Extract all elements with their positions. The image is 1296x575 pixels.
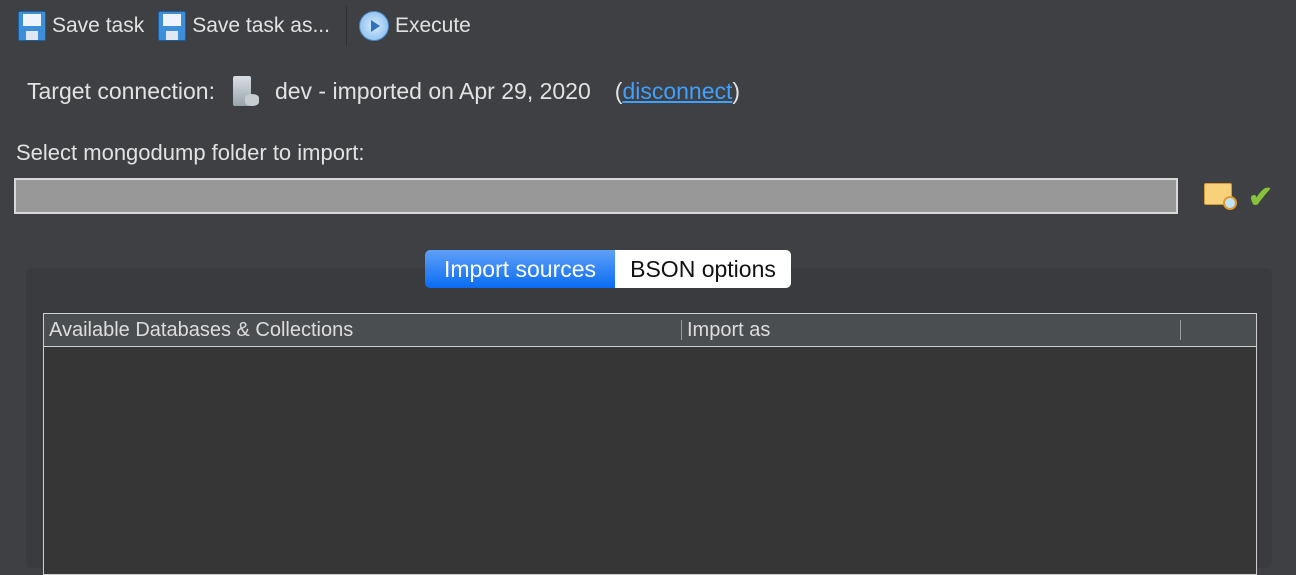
disconnect-link[interactable]: disconnect xyxy=(622,78,732,105)
table-header: Available Databases & Collections Import… xyxy=(44,314,1256,347)
folder-label: Select mongodump folder to import: xyxy=(16,140,365,165)
execute-button[interactable]: Execute xyxy=(358,11,471,41)
paren-close: ) xyxy=(732,77,741,104)
paren-open: ( xyxy=(614,77,623,104)
play-icon xyxy=(358,11,389,41)
save-task-label: Save task xyxy=(52,14,145,37)
save-task-as-button[interactable]: Save task as... xyxy=(158,11,330,41)
checkmark-icon[interactable]: ✔ xyxy=(1248,180,1273,215)
execute-label: Execute xyxy=(394,14,471,37)
floppy-disk-rename-icon xyxy=(158,11,187,41)
connection-label: Target connection: xyxy=(27,77,215,104)
tab-bson-options[interactable]: BSON options xyxy=(615,250,791,288)
connection-value: dev - imported on Apr 29, 2020 xyxy=(274,77,591,104)
column-header-import-as[interactable]: Import as xyxy=(682,319,1181,341)
save-task-as-label: Save task as... xyxy=(192,14,330,37)
tab-import-sources[interactable]: Import sources xyxy=(425,250,615,288)
toolbar-separator xyxy=(345,6,347,46)
toolbar: Save task Save task as... Execute xyxy=(18,6,485,46)
target-connection: Target connection: dev - imported on Apr… xyxy=(27,76,740,106)
server-database-icon xyxy=(232,76,259,106)
save-task-button[interactable]: Save task xyxy=(18,11,144,41)
column-header-available[interactable]: Available Databases & Collections xyxy=(44,319,682,341)
tab-bar: Import sources BSON options xyxy=(425,250,791,288)
floppy-disk-icon xyxy=(18,11,46,41)
folder-path-input[interactable] xyxy=(14,178,1178,214)
browse-folder-icon[interactable] xyxy=(1204,183,1237,210)
collections-table: Available Databases & Collections Import… xyxy=(43,313,1257,575)
